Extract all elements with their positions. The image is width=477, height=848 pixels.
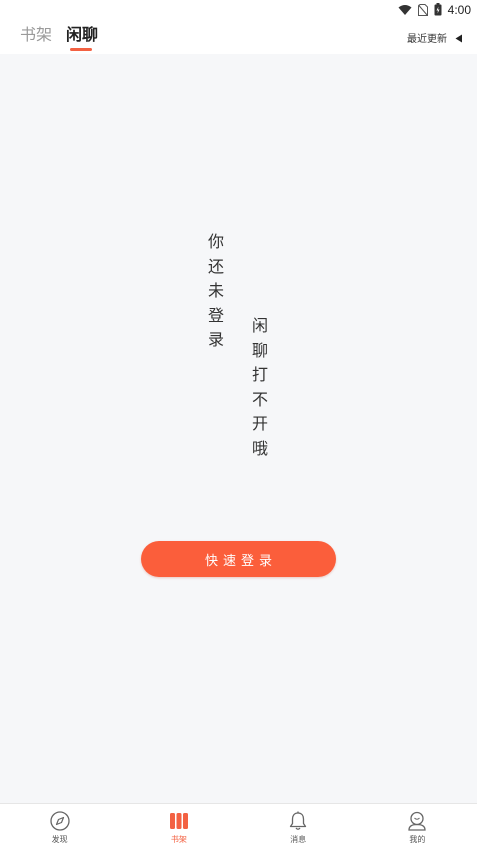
- profile-icon: [406, 810, 428, 832]
- tab-chat[interactable]: 闲聊: [66, 24, 98, 46]
- message-char: 你: [207, 232, 224, 251]
- message-char: 登: [207, 305, 224, 325]
- nav-item-bookshelf[interactable]: 书架: [119, 804, 238, 848]
- main-content: 你 还 未 登 录 闲 聊 打 不 开 哦 快速登录: [0, 54, 477, 803]
- quick-login-button[interactable]: 快速登录: [141, 541, 336, 577]
- nav-label: 发现: [51, 835, 68, 844]
- caret-left-icon: [455, 28, 463, 47]
- bookshelf-icon: [168, 810, 190, 832]
- message-char: 闲: [251, 316, 268, 335]
- message-char: 还: [207, 256, 224, 276]
- active-tab-indicator: [70, 48, 92, 51]
- message-char: 不: [251, 389, 268, 409]
- recent-update-button[interactable]: 最近更新: [407, 28, 463, 47]
- nav-label: 我的: [409, 835, 426, 844]
- quick-login-label: 快速登录: [204, 553, 277, 569]
- message-char: 录: [207, 330, 224, 349]
- message-char: 聊: [251, 340, 268, 360]
- nav-label: 消息: [290, 835, 307, 844]
- top-header: 书架 闲聊 最近更新: [0, 20, 477, 54]
- nav-item-messages[interactable]: 消息: [239, 804, 358, 848]
- compass-icon: [49, 810, 71, 832]
- no-sim-icon: [417, 1, 428, 20]
- status-bar: 4:00: [0, 0, 477, 20]
- bottom-nav: 发现 书架 消息 我的: [0, 803, 477, 848]
- message-char: 哦: [251, 438, 268, 458]
- status-time: 4:00: [447, 3, 471, 17]
- message-char: 未: [207, 281, 224, 300]
- battery-icon: [434, 1, 442, 20]
- recent-update-label: 最近更新: [407, 34, 447, 45]
- status-icons: 4:00: [398, 2, 471, 18]
- nav-item-profile[interactable]: 我的: [358, 804, 477, 848]
- message-char: 打: [251, 365, 268, 384]
- wifi-icon: [398, 1, 412, 20]
- bell-icon: [287, 810, 309, 832]
- chat-unavailable-message: 闲 聊 打 不 开 哦: [250, 314, 270, 461]
- message-char: 开: [251, 414, 268, 433]
- tab-bookshelf[interactable]: 书架: [20, 24, 52, 46]
- nav-item-discover[interactable]: 发现: [0, 804, 119, 848]
- not-logged-in-message: 你 还 未 登 录: [206, 230, 226, 353]
- nav-label: 书架: [170, 835, 187, 844]
